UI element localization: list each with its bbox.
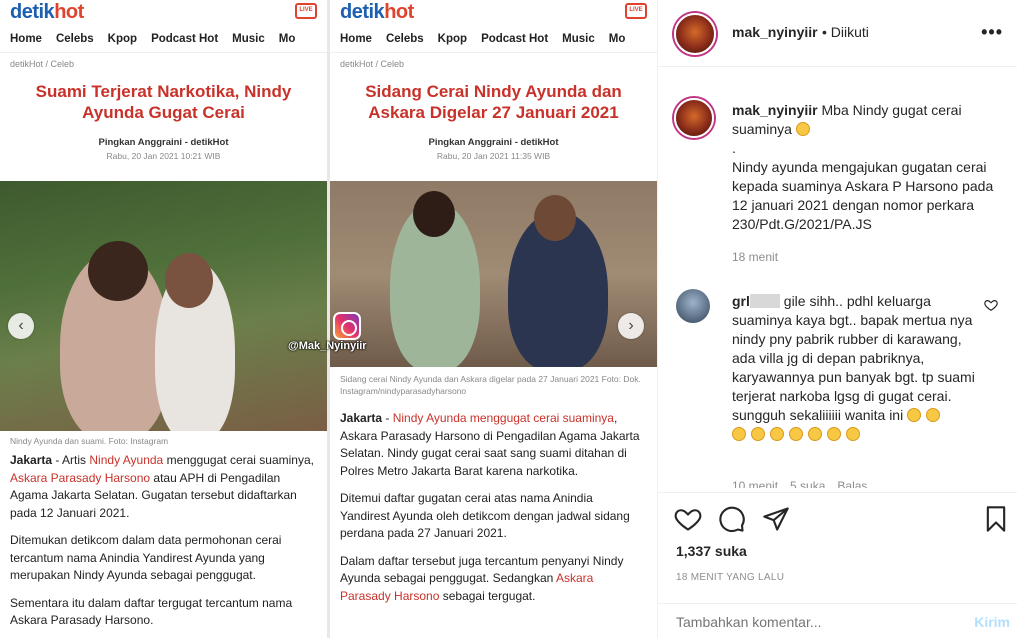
article-author: Pingkan Anggraini - detikHot <box>428 137 559 148</box>
nav-item: Kpop <box>107 33 138 45</box>
posted-time: 18 MENIT YANG LALU <box>676 572 785 583</box>
laugh-emoji-icon <box>808 427 822 441</box>
article-title: Suami Terjerat Narkotika, Nindy Ayunda G… <box>35 82 292 122</box>
avatar[interactable] <box>676 289 710 323</box>
laugh-emoji-icon <box>827 427 841 441</box>
laugh-emoji-icon <box>846 427 860 441</box>
article-photo <box>0 181 327 431</box>
article-author: Pingkan Anggraini - detikHot <box>98 137 229 148</box>
laugh-emoji-icon <box>770 427 784 441</box>
laugh-emoji-icon <box>751 427 765 441</box>
laugh-emoji-icon <box>789 427 803 441</box>
post-actions: 1,337 suka 18 MENIT YANG LALU Kirim <box>658 492 1017 638</box>
article-body: Jakarta - Nindy Ayunda menggugat cerai s… <box>340 411 640 603</box>
nav-item: Podcast Hot <box>151 33 219 45</box>
post-username[interactable]: mak_nyinyiir <box>732 24 818 40</box>
article-link: Askara Parasady Harsono <box>10 470 151 485</box>
grimace-emoji-icon <box>907 408 922 422</box>
caption: mak_nyinyiir Mba Nindy gugat cerai suami… <box>732 102 994 232</box>
live-tv-icon: LIVE <box>625 3 647 19</box>
share-icon[interactable] <box>762 505 790 533</box>
like-count[interactable]: 1,337 suka <box>676 543 747 559</box>
article-body: Jakarta - Artis Nindy Ayunda menggugat c… <box>10 453 314 627</box>
nav-item: Celebs <box>55 33 94 45</box>
grimace-emoji-icon <box>732 427 746 441</box>
watermark: @Mak_Nyinyiir <box>288 340 367 352</box>
comment-username[interactable]: grl <box>732 293 750 309</box>
reply-button[interactable]: Balas <box>837 479 867 488</box>
bookmark-icon[interactable] <box>982 505 1010 533</box>
avatar[interactable] <box>674 98 714 138</box>
comment-input[interactable] <box>676 614 936 630</box>
detik-header: detikhot LIVE <box>0 0 327 27</box>
detik-nav: Home Celebs Kpop Podcast Hot Music Mo <box>330 27 657 53</box>
detikhot-logo: detikhot <box>340 1 414 23</box>
article-title: Sidang Cerai Nindy Ayunda dan Askara Dig… <box>365 82 622 122</box>
carousel-next-button[interactable]: › <box>618 313 644 339</box>
nav-item: Celebs <box>385 33 424 45</box>
article-screenshot-left: detikhot LIVE Home Celebs Kpop Podcast H… <box>0 0 327 638</box>
carousel-prev-button[interactable]: ‹ <box>8 313 34 339</box>
caption-time: 18 menit <box>732 250 779 264</box>
more-horizontal-icon[interactable]: ••• <box>981 22 1003 43</box>
heart-icon[interactable] <box>674 505 702 533</box>
nav-item: Home <box>10 33 42 45</box>
post-comment-button[interactable]: Kirim <box>974 614 1010 630</box>
article-photo <box>330 181 657 367</box>
detik-header: detikhot LIVE <box>330 0 657 27</box>
article-date: Rabu, 20 Jan 2021 10:21 WIB <box>106 151 221 161</box>
nav-item: Kpop <box>437 33 468 45</box>
article-screenshot-right: detikhot LIVE Home Celebs Kpop Podcast H… <box>330 0 657 638</box>
like-comment-heart-icon[interactable] <box>984 298 998 312</box>
comments-section: mak_nyinyiir Mba Nindy gugat cerai suami… <box>658 68 1017 488</box>
comment-likes[interactable]: 5 suka <box>790 479 825 488</box>
comment-icon[interactable] <box>718 505 746 533</box>
instagram-logo-icon <box>333 312 361 340</box>
post-sidebar: mak_nyinyiir • Diikuti ••• mak_nyinyiir … <box>657 0 1017 638</box>
comment-time: 10 menit <box>732 479 779 488</box>
add-comment-bar: Kirim <box>658 603 1017 638</box>
photo-face-man <box>534 195 576 241</box>
comment: grl gile sihh.. pdhl keluarga suaminya k… <box>732 292 982 444</box>
breadcrumb: detikHot / Celeb <box>340 59 405 69</box>
photo-caption: Sidang cerai Nindy Ayunda dan Askara dig… <box>340 374 641 396</box>
nav-item: Home <box>340 33 372 45</box>
post-image: detikhot LIVE Home Celebs Kpop Podcast H… <box>0 0 657 638</box>
live-tv-icon: LIVE <box>295 3 317 19</box>
article-date: Rabu, 20 Jan 2021 11:35 WIB <box>436 151 551 161</box>
scream-emoji-icon <box>795 122 810 136</box>
caption-username[interactable]: mak_nyinyiir <box>732 102 818 118</box>
avatar[interactable] <box>674 13 716 55</box>
nav-item: Mo <box>278 33 296 45</box>
breadcrumb: detikHot / Celeb <box>10 59 75 69</box>
grimace-emoji-icon <box>926 408 941 422</box>
detikhot-logo: detikhot <box>10 1 84 23</box>
article-link: Nindy Ayunda <box>89 453 164 467</box>
nav-item: Music <box>232 33 265 45</box>
nav-item: Mo <box>608 33 626 45</box>
detik-nav: Home Celebs Kpop Podcast Hot Music Mo <box>0 27 327 53</box>
nav-item: Music <box>562 33 595 45</box>
photo-face-man <box>165 253 213 308</box>
photo-hair <box>413 191 455 237</box>
post-header: mak_nyinyiir • Diikuti ••• <box>658 0 1017 67</box>
redacted-name <box>749 294 780 308</box>
photo-hair <box>88 241 148 301</box>
article-link: Nindy Ayunda menggugat cerai suaminya <box>392 411 614 425</box>
photo-caption: Nindy Ayunda dan suami. Foto: Instagram <box>10 436 169 446</box>
comment-meta: 10 menit 5 suka Balas <box>732 479 879 488</box>
follow-status[interactable]: • Diikuti <box>822 24 869 40</box>
nav-item: Podcast Hot <box>481 33 549 45</box>
